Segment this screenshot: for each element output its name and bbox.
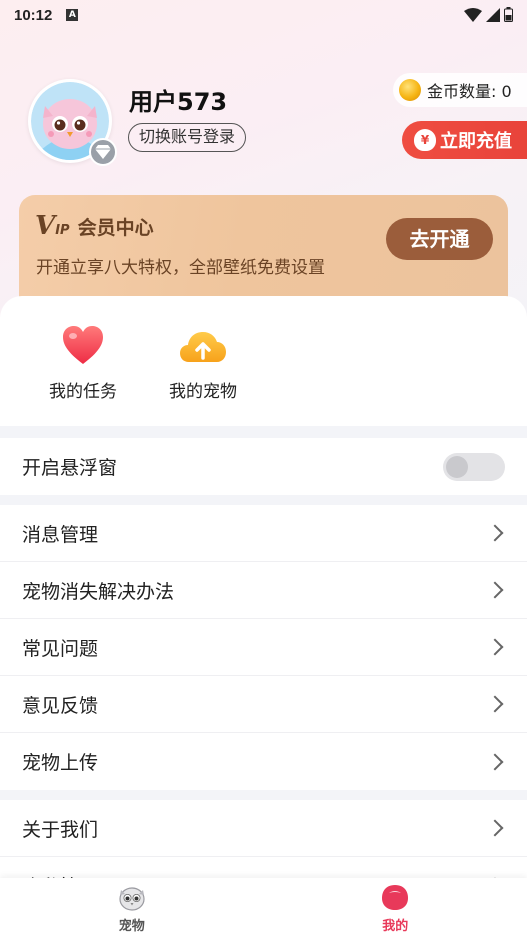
switch-account-button[interactable]: 切换账号登录 — [128, 123, 247, 152]
vip-logo-ip: IP — [55, 223, 70, 238]
chevron-right-icon — [486, 524, 504, 542]
status-time: 10:12 — [14, 6, 53, 24]
floating-window-row: 开启悬浮窗 — [0, 438, 527, 495]
my-pets-button[interactable]: 我的宠物 — [148, 324, 258, 402]
bottom-tab-bar: 宠物 我的 — [0, 878, 527, 938]
coin-icon — [399, 79, 421, 101]
menu-item-label: 消息管理 — [22, 523, 99, 546]
my-tasks-button[interactable]: 我的任务 — [28, 324, 138, 402]
tab-mine[interactable]: 我的 — [264, 878, 527, 938]
recharge-label: 立即充值 — [440, 131, 512, 152]
status-bar: 10:12 A — [0, 0, 527, 30]
signal-icon — [486, 7, 500, 22]
quick-actions-panel: 我的任务 我的宠物 — [0, 296, 527, 426]
vip-logo: V IP 会员中心 — [35, 211, 154, 241]
chevron-right-icon — [486, 581, 504, 599]
menu-item-label: 关于我们 — [22, 818, 99, 841]
vip-open-button[interactable]: 去开通 — [386, 218, 493, 260]
notification-icon: A — [66, 9, 79, 21]
coin-balance[interactable]: 金币数量: 0 — [393, 73, 527, 107]
tab-pets[interactable]: 宠物 — [0, 878, 264, 938]
chevron-right-icon — [486, 695, 504, 713]
status-icons — [464, 7, 513, 22]
username: 用户573 — [129, 88, 228, 116]
menu-group-main: 消息管理 宠物消失解决办法 常见问题 意见反馈 宠物上传 — [0, 505, 527, 790]
vip-logo-v: V — [35, 211, 56, 241]
menu-item-label: 常见问题 — [22, 637, 99, 660]
floating-window-toggle[interactable] — [443, 452, 505, 481]
coin-balance-label: 金币数量: 0 — [427, 82, 512, 101]
recharge-button[interactable]: ¥ 立即充值 — [402, 121, 527, 159]
menu-item-about-us[interactable]: 关于我们 — [0, 800, 527, 857]
menu-item-feedback[interactable]: 意见反馈 — [0, 676, 527, 733]
tab-mine-label: 我的 — [382, 919, 409, 934]
chevron-right-icon — [486, 638, 504, 656]
menu-item-pet-disappear-solution[interactable]: 宠物消失解决办法 — [0, 562, 527, 619]
my-pets-label: 我的宠物 — [169, 382, 237, 402]
floating-window-section: 开启悬浮窗 — [0, 438, 527, 495]
my-tasks-label: 我的任务 — [49, 382, 117, 402]
toggle-knob — [446, 455, 468, 478]
money-bag-icon: ¥ — [414, 129, 436, 151]
menu-item-faq[interactable]: 常见问题 — [0, 619, 527, 676]
wifi-icon — [464, 7, 482, 22]
tab-pets-label: 宠物 — [118, 919, 145, 934]
menu-item-label: 宠物消失解决办法 — [22, 580, 175, 603]
menu-item-label: 意见反馈 — [22, 694, 99, 717]
chevron-right-icon — [486, 819, 504, 837]
mine-icon — [382, 885, 409, 910]
menu-item-message-management[interactable]: 消息管理 — [0, 505, 527, 562]
vip-title: 会员中心 — [77, 217, 154, 239]
vip-diamond-badge-icon — [89, 138, 117, 166]
pet-owl-icon — [119, 887, 145, 911]
floating-window-label: 开启悬浮窗 — [22, 457, 118, 479]
battery-icon — [504, 7, 513, 22]
menu-item-pet-upload[interactable]: 宠物上传 — [0, 733, 527, 790]
heart-icon — [63, 326, 103, 364]
cloud-upload-icon — [180, 332, 226, 362]
vip-description: 开通立享八大特权，全部壁纸免费设置 — [36, 258, 325, 278]
menu-item-label: 宠物上传 — [22, 752, 99, 774]
vip-card[interactable]: V IP 会员中心 开通立享八大特权，全部壁纸免费设置 去开通 — [19, 195, 508, 305]
chevron-right-icon — [486, 753, 504, 770]
